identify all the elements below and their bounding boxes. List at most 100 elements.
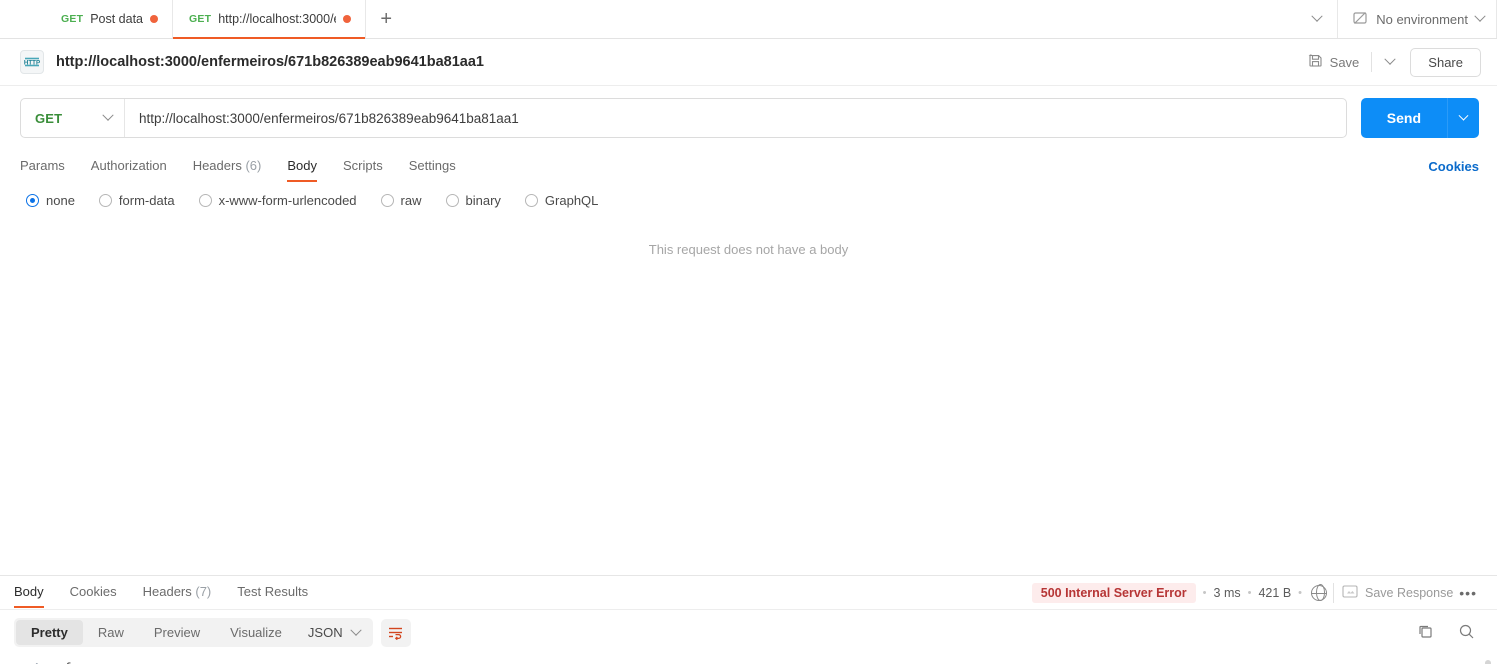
tab-settings[interactable]: Settings — [396, 152, 469, 182]
url-bar: GET Send — [0, 86, 1497, 150]
url-input[interactable] — [125, 99, 1346, 137]
tab-list-overflow-button[interactable] — [1297, 0, 1337, 38]
wrap-lines-button[interactable] — [380, 618, 411, 647]
tab-label: Test Results — [237, 583, 309, 599]
line-number: 1 — [0, 660, 52, 664]
body-type-label: x-www-form-urlencoded — [218, 193, 357, 208]
radio-icon — [98, 194, 112, 207]
http-protocol-icon: HTTP — [20, 50, 44, 74]
body-type-options: none form-data x-www-form-urlencoded raw… — [0, 183, 1497, 216]
http-method-select[interactable]: GET — [21, 99, 125, 137]
tab-bar-spacer — [406, 0, 1297, 38]
meta-separator: • — [1298, 586, 1303, 599]
send-button[interactable]: Send — [1360, 98, 1447, 138]
response-tab-test-results[interactable]: Test Results — [224, 578, 321, 608]
unsaved-indicator-icon — [150, 15, 159, 23]
search-response-button[interactable] — [1450, 619, 1483, 647]
tab-label: Body — [287, 157, 317, 173]
response-tab-cookies[interactable]: Cookies — [57, 578, 130, 608]
environment-label: No environment — [1376, 11, 1468, 27]
page-title: http://localhost:3000/enfermeiros/671b82… — [56, 54, 484, 70]
request-tabs: Params Authorization Headers (6) Body Sc… — [0, 150, 1497, 183]
send-options-button[interactable] — [1447, 98, 1479, 138]
save-button[interactable]: Save — [1300, 48, 1368, 76]
response-scrollbar[interactable] — [1485, 660, 1491, 664]
request-header-bar: HTTP http://localhost:3000/enfermeiros/6… — [0, 39, 1497, 86]
tab-authorization[interactable]: Authorization — [78, 152, 180, 182]
request-tab-0[interactable]: GET Post data — [0, 0, 174, 38]
response-language-value: JSON — [307, 625, 343, 640]
tab-scripts[interactable]: Scripts — [330, 152, 396, 182]
response-body-viewer[interactable]: 1 { 2 "message" : "Cast to ObjectId fail… — [0, 654, 1497, 664]
view-visualize[interactable]: Visualize — [215, 620, 297, 645]
body-type-x-www-form-urlencoded[interactable]: x-www-form-urlencoded — [198, 193, 357, 208]
body-type-label: raw — [400, 193, 422, 208]
radio-icon — [445, 194, 459, 207]
chevron-down-icon — [1474, 10, 1486, 22]
save-response-icon — [1342, 584, 1358, 601]
share-button[interactable]: Share — [1410, 47, 1481, 77]
meta-separator: • — [1202, 586, 1207, 599]
radio-icon — [198, 194, 212, 207]
cookies-link[interactable]: Cookies — [1428, 159, 1479, 174]
tab-label: Headers — [142, 583, 192, 599]
response-language-select[interactable]: JSON — [297, 620, 371, 645]
request-tab-1[interactable]: GET http://localhost:3000/e — [173, 0, 367, 39]
tab-bar: GET Post data GET http://localhost:3000/… — [0, 0, 1497, 39]
body-type-raw[interactable]: raw — [380, 193, 422, 208]
save-disk-icon — [1308, 53, 1323, 71]
view-pretty[interactable]: Pretty — [16, 620, 83, 645]
tab-bar-right: No environment — [1297, 0, 1497, 38]
tab-title: http://localhost:3000/e — [218, 12, 337, 26]
response-tab-headers[interactable]: Headers (7) — [130, 578, 225, 608]
view-preview[interactable]: Preview — [139, 620, 215, 645]
body-type-label: none — [46, 193, 75, 208]
tab-params[interactable]: Params — [20, 152, 78, 182]
response-format-bar: Pretty Raw Preview Visualize JSON — [0, 610, 1497, 654]
status-badge[interactable]: 500 Internal Server Error — [1031, 582, 1196, 603]
view-raw[interactable]: Raw — [83, 620, 139, 645]
tab-label: Headers — [192, 157, 242, 173]
body-type-binary[interactable]: binary — [445, 193, 501, 208]
environment-selector[interactable]: No environment — [1337, 0, 1496, 38]
chevron-down-icon — [1384, 53, 1396, 65]
tab-body[interactable]: Body — [274, 152, 330, 182]
code-line: 1 { — [0, 660, 1497, 664]
tab-label: Scripts — [342, 157, 383, 173]
save-options-button[interactable] — [1376, 53, 1404, 66]
divider — [1333, 582, 1335, 603]
body-type-graphql[interactable]: GraphQL — [524, 193, 599, 208]
body-type-form-data[interactable]: form-data — [98, 193, 175, 208]
save-response-button[interactable]: Save Response — [1342, 584, 1454, 601]
response-time: 3 ms — [1213, 585, 1241, 600]
no-environment-icon — [1352, 10, 1368, 29]
copy-response-button[interactable] — [1409, 619, 1442, 647]
chevron-down-icon — [349, 624, 362, 636]
response-tab-body[interactable]: Body — [14, 578, 57, 608]
network-globe-icon[interactable] — [1310, 584, 1328, 601]
body-type-label: binary — [465, 193, 501, 208]
tab-method-label: GET — [189, 13, 212, 25]
tab-headers[interactable]: Headers (6) — [180, 152, 275, 182]
copy-icon — [1417, 623, 1434, 643]
request-body-empty-message: This request does not have a body — [648, 242, 849, 257]
chevron-down-icon — [1311, 10, 1323, 22]
unsaved-indicator-icon — [343, 15, 352, 23]
code-text: { — [64, 660, 72, 664]
meta-separator: • — [1247, 586, 1252, 599]
tab-count: (6) — [245, 157, 262, 173]
response-view-segmented-control: Pretty Raw Preview Visualize JSON — [14, 618, 373, 647]
tab-count: (7) — [195, 583, 212, 599]
body-type-label: GraphQL — [544, 193, 599, 208]
body-type-none[interactable]: none — [26, 193, 75, 208]
response-more-options-button[interactable]: ••• — [1453, 585, 1483, 601]
save-response-label: Save Response — [1365, 585, 1454, 600]
response-tabs-bar: Body Cookies Headers (7) Test Results 50… — [0, 576, 1497, 610]
tab-method-label: GET — [61, 13, 84, 25]
radio-icon — [380, 194, 394, 207]
tab-label: Settings — [408, 157, 456, 173]
radio-icon — [26, 194, 39, 207]
tab-label: Cookies — [69, 583, 117, 599]
new-tab-button[interactable]: + — [366, 0, 406, 38]
tab-label: Body — [14, 583, 44, 599]
